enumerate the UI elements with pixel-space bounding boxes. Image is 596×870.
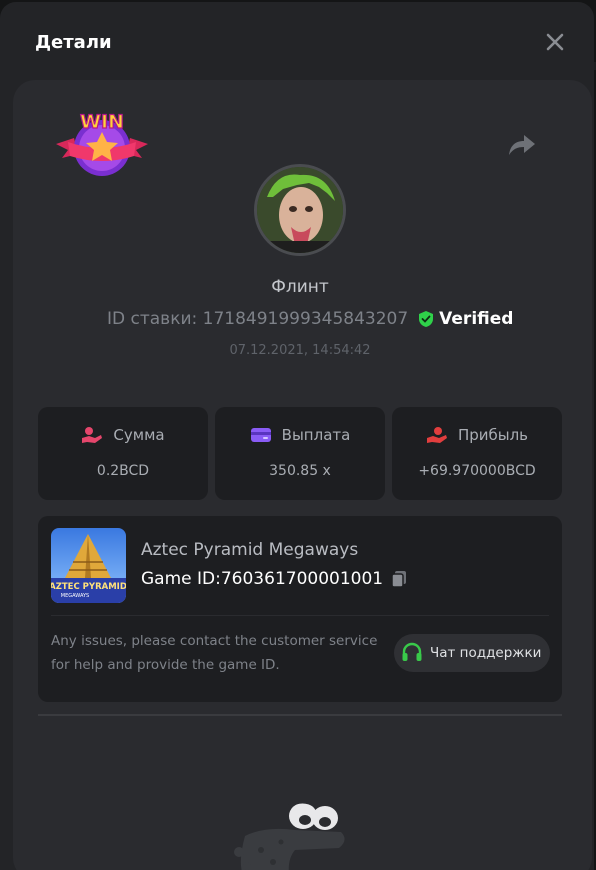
stat-amount-label: Сумма — [113, 426, 165, 444]
close-button[interactable] — [543, 30, 567, 54]
support-chat-button[interactable]: Чат поддержки — [394, 634, 550, 672]
stat-payout: Выплата 350.85 x — [215, 407, 385, 500]
stat-payout-label: Выплата — [281, 426, 351, 444]
modal-title: Детали — [35, 32, 112, 53]
game-thumbnail[interactable]: AZTEC PYRAMID MEGAWAYS — [51, 528, 126, 603]
game-thumbnail-title: AZTEC PYRAMID — [51, 582, 126, 592]
share-arrow-icon — [509, 135, 535, 155]
bet-id-line: ID ставки: 1718491999345843207 Verified — [107, 308, 513, 330]
wallet-card-icon — [250, 428, 271, 442]
crocodile-mascot-icon — [234, 800, 345, 870]
bet-id-label: ID ставки: — [107, 309, 198, 329]
card-divider — [51, 615, 549, 616]
game-id-row: Game ID: 760361700001001 — [141, 569, 409, 589]
panel-divider — [38, 714, 562, 716]
support-help-text: Any issues, please contact the customer … — [51, 633, 378, 673]
game-thumbnail-subtitle: MEGAWAYS — [61, 593, 89, 599]
support-chat-label: Чат поддержки — [430, 645, 542, 661]
game-thumbnail-image: AZTEC PYRAMID MEGAWAYS — [51, 528, 126, 603]
profit-hand-icon — [426, 427, 447, 443]
stat-profit: Прибыль +69.970000BCD — [392, 407, 562, 500]
win-badge-text: WIN — [80, 111, 124, 133]
player-avatar — [254, 164, 346, 256]
win-badge-icon: WIN — [56, 110, 148, 176]
verified-badge: Verified — [418, 309, 513, 329]
shield-check-icon — [419, 311, 434, 327]
game-name[interactable]: Aztec Pyramid Megaways — [141, 540, 358, 560]
avatar-image — [257, 167, 343, 253]
verified-label: Verified — [439, 309, 514, 329]
bet-datetime: 07.12.2021, 14:54:42 — [229, 343, 371, 358]
details-modal: Детали WIN Флинт ID ставки: 171849199934… — [0, 2, 594, 870]
bet-id-value: 1718491999345843207 — [202, 309, 409, 329]
game-card: AZTEC PYRAMID MEGAWAYS Aztec Pyramid Meg… — [38, 516, 562, 702]
stat-amount-value: 0.2BCD — [96, 463, 150, 479]
coins-hand-icon — [82, 427, 103, 443]
stat-amount: Сумма 0.2BCD — [38, 407, 208, 500]
share-button[interactable] — [507, 132, 537, 158]
copy-icon[interactable] — [389, 569, 409, 589]
headset-icon — [402, 642, 422, 661]
game-id-label: Game ID: — [141, 569, 221, 589]
stat-payout-value: 350.85 x — [269, 463, 331, 479]
close-icon — [546, 33, 564, 51]
stat-profit-label: Прибыль — [457, 426, 529, 444]
bet-details-panel: WIN Флинт ID ставки: 1718491999345843207 — [13, 80, 592, 870]
game-id-value: 760361700001001 — [220, 569, 384, 589]
player-name: Флинт — [271, 277, 329, 297]
stat-profit-value: +69.970000BCD — [418, 463, 536, 479]
